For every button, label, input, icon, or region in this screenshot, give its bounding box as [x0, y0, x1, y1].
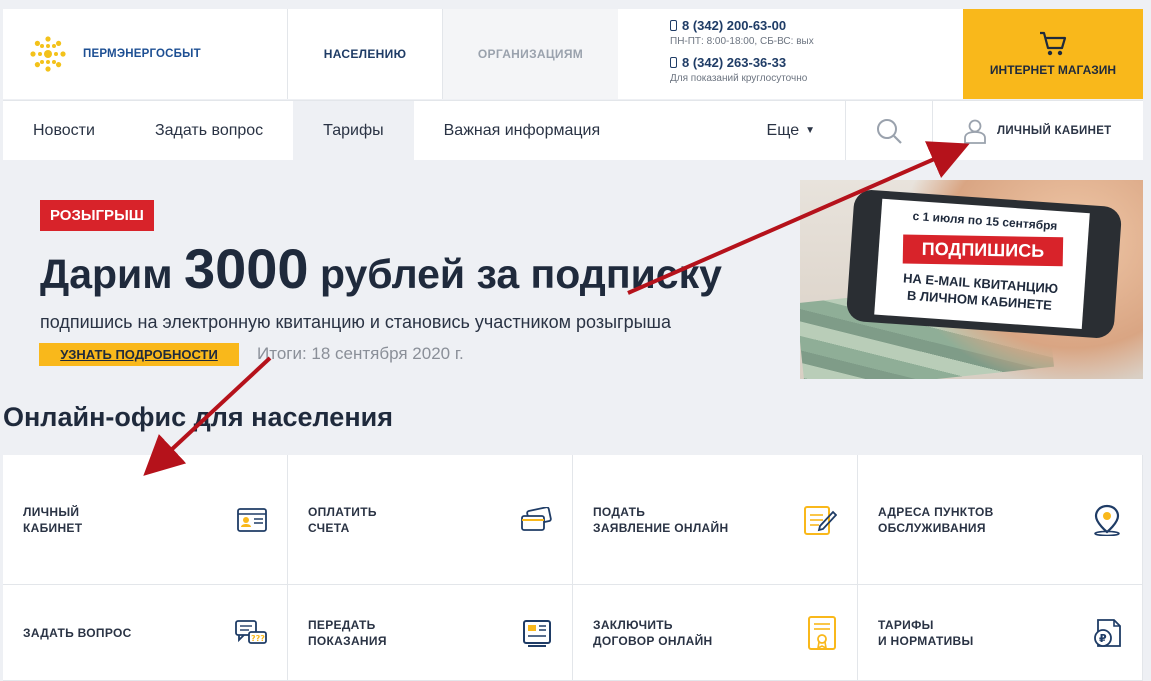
learn-more-button[interactable]: УЗНАТЬ ПОДРОБНОСТИ: [39, 343, 239, 366]
headline-post: рублей за подписку: [319, 251, 722, 297]
tile-personal-cabinet[interactable]: ЛИЧНЫЙ КАБИНЕТ: [3, 455, 288, 585]
banner-subline: подпишись на электронную квитанцию и ста…: [40, 312, 671, 332]
tile-submit-application[interactable]: ПОДАТЬ ЗАЯВЛЕНИЕ ОНЛАЙН: [573, 455, 858, 585]
tile-label: ОПЛАТИТЬ СЧЕТА: [308, 504, 468, 536]
tile-label: АДРЕСА ПУНКТОВ ОБСЛУЖИВАНИЯ: [878, 504, 1038, 536]
tile-label: ЗАКЛЮЧИТЬ ДОГОВОР ОНЛАЙН: [593, 617, 753, 649]
raffle-badge: РОЗЫГРЫШ: [40, 200, 154, 231]
banner-headline: Дарим 3000 рублей за подписку: [40, 236, 722, 301]
tile-ask-question[interactable]: ЗАДАТЬ ВОПРОС ???: [3, 585, 288, 681]
tile-label-line2: ЗАЯВЛЕНИЕ ОНЛАЙН: [593, 520, 729, 535]
online-shop-button[interactable]: ИНТЕРНЕТ МАГАЗИН: [963, 9, 1143, 99]
tile-sign-contract[interactable]: ЗАКЛЮЧИТЬ ДОГОВОР ОНЛАЙН: [573, 585, 858, 681]
contract-icon: [808, 615, 836, 650]
headline-pre: Дарим: [40, 251, 173, 297]
nav-item-ask[interactable]: Задать вопрос: [125, 101, 293, 160]
tile-pay-bills[interactable]: ОПЛАТИТЬ СЧЕТА: [288, 455, 573, 585]
results-date: Итоги: 18 сентября 2020 г.: [257, 344, 464, 363]
segment-population[interactable]: НАСЕЛЕНИЮ: [288, 9, 443, 99]
nav-more-dropdown[interactable]: Еще ▼: [737, 101, 846, 160]
tile-label-line1: ПОДАТЬ: [593, 504, 646, 519]
tile-label-line1: ЛИЧНЫЙ: [23, 504, 80, 519]
tile-service-addresses[interactable]: АДРЕСА ПУНКТОВ ОБСЛУЖИВАНИЯ: [858, 455, 1143, 585]
logo[interactable]: ПЕРМЭНЕРГОСБЫТ: [3, 9, 288, 99]
meter-icon: [523, 619, 551, 647]
cart-icon: [1040, 31, 1067, 56]
ruble-document-icon: ₽: [1094, 618, 1121, 647]
segment-organizations[interactable]: ОРГАНИЗАЦИЯМ: [443, 9, 618, 99]
tile-label: ЛИЧНЫЙ КАБИНЕТ: [23, 504, 183, 536]
tile-label-line2: ДОГОВОР ОНЛАЙН: [593, 633, 713, 648]
tile-label-line1: ПЕРЕДАТЬ: [308, 617, 376, 632]
tile-label-line2: ОБСЛУЖИВАНИЯ: [878, 520, 986, 535]
tile-label: ТАРИФЫ И НОРМАТИВЫ: [878, 617, 1038, 649]
phone-primary-hours: ПН-ПТ: 8:00-18:00, СБ-ВС: вых: [670, 36, 814, 47]
tile-label: ЗАДАТЬ ВОПРОС: [23, 625, 183, 641]
chat-bubbles-icon: ???: [235, 619, 267, 644]
brand-name: ПЕРМЭНЕРГОСБЫТ: [83, 48, 201, 60]
sun-logo-icon: [30, 36, 66, 72]
phone-readings-number: 8 (342) 263-36-33: [682, 55, 787, 70]
tile-label-line1: ЗАДАТЬ ВОПРОС: [23, 625, 132, 640]
nav-more-label: Еще: [766, 121, 800, 139]
headline-amount: 3000: [184, 237, 309, 300]
edit-document-icon: [804, 505, 837, 535]
tile-label-line1: ОПЛАТИТЬ: [308, 504, 377, 519]
svg-text:₽: ₽: [1099, 632, 1107, 645]
promo-image[interactable]: с 1 июля по 15 сентября ПОДПИШИСЬ НА E-M…: [800, 180, 1143, 379]
tile-label-line1: ЗАКЛЮЧИТЬ: [593, 617, 673, 632]
phone-primary-number: 8 (342) 200-63-00: [682, 18, 787, 33]
phone-screen: с 1 июля по 15 сентября ПОДПИШИСЬ НА E-M…: [874, 198, 1090, 329]
main-nav: Новости Задать вопрос Тарифы Важная инфо…: [3, 100, 1143, 160]
contact-phones: 8 (342) 200-63-00 ПН-ПТ: 8:00-18:00, СБ-…: [618, 9, 963, 99]
nav-item-news[interactable]: Новости: [3, 101, 125, 160]
tile-label: ПЕРЕДАТЬ ПОКАЗАНИЯ: [308, 617, 468, 649]
tile-label-line2: КАБИНЕТ: [23, 520, 83, 535]
online-shop-label: ИНТЕРНЕТ МАГАЗИН: [989, 63, 1117, 77]
promo-dates: с 1 июля по 15 сентября: [912, 208, 1058, 234]
tile-label-line1: ТАРИФЫ: [878, 617, 934, 632]
search-icon: [877, 118, 902, 144]
tile-submit-readings[interactable]: ПЕРЕДАТЬ ПОКАЗАНИЯ: [288, 585, 573, 681]
tile-label-line1: АДРЕСА ПУНКТОВ: [878, 504, 994, 519]
online-office-grid: ЛИЧНЫЙ КАБИНЕТ ОПЛАТИТЬ СЧЕТА ПОДАТЬ ЗАЯВЛЕ…: [3, 455, 1143, 681]
tile-label-line2: СЧЕТА: [308, 520, 350, 535]
nav-item-important[interactable]: Важная информация: [414, 101, 631, 160]
phone-icon: [670, 57, 677, 68]
map-pin-icon: [1094, 504, 1120, 536]
promo-subscribe-label: ПОДПИШИСЬ: [902, 234, 1064, 267]
user-icon: [964, 119, 986, 144]
tile-label-line2: ПОКАЗАНИЯ: [308, 633, 387, 648]
nav-personal-cabinet[interactable]: ЛИЧНЫЙ КАБИНЕТ: [933, 101, 1143, 160]
promo-email-text: НА E-MAIL КВИТАНЦИЮ В ЛИЧНОМ КАБИНЕТЕ: [875, 268, 1085, 316]
tile-label-line2: И НОРМАТИВЫ: [878, 633, 974, 648]
nav-item-tariffs[interactable]: Тарифы: [293, 101, 414, 160]
phone-readings[interactable]: 8 (342) 263-36-33: [670, 55, 963, 70]
online-office-title: Онлайн-офис для населения: [3, 402, 393, 432]
smartphone-image: с 1 июля по 15 сентября ПОДПИШИСЬ НА E-M…: [845, 188, 1123, 340]
phone-primary[interactable]: 8 (342) 200-63-00: [670, 18, 963, 33]
personal-cabinet-label: ЛИЧНЫЙ КАБИНЕТ: [997, 124, 1112, 137]
phone-readings-hours: Для показаний круглосуточно: [670, 73, 808, 84]
phone-icon: [670, 20, 677, 31]
id-card-icon: [237, 507, 267, 532]
credit-card-icon: [521, 506, 552, 531]
tile-label: ПОДАТЬ ЗАЯВЛЕНИЕ ОНЛАЙН: [593, 504, 753, 536]
top-header: ПЕРМЭНЕРГОСБЫТ НАСЕЛЕНИЮ ОРГАНИЗАЦИЯМ 8 …: [3, 9, 1143, 99]
search-button[interactable]: [846, 101, 933, 160]
tile-tariffs-norms[interactable]: ТАРИФЫ И НОРМАТИВЫ ₽: [858, 585, 1143, 681]
caret-down-icon: ▼: [805, 125, 815, 136]
svg-text:???: ???: [251, 634, 265, 643]
